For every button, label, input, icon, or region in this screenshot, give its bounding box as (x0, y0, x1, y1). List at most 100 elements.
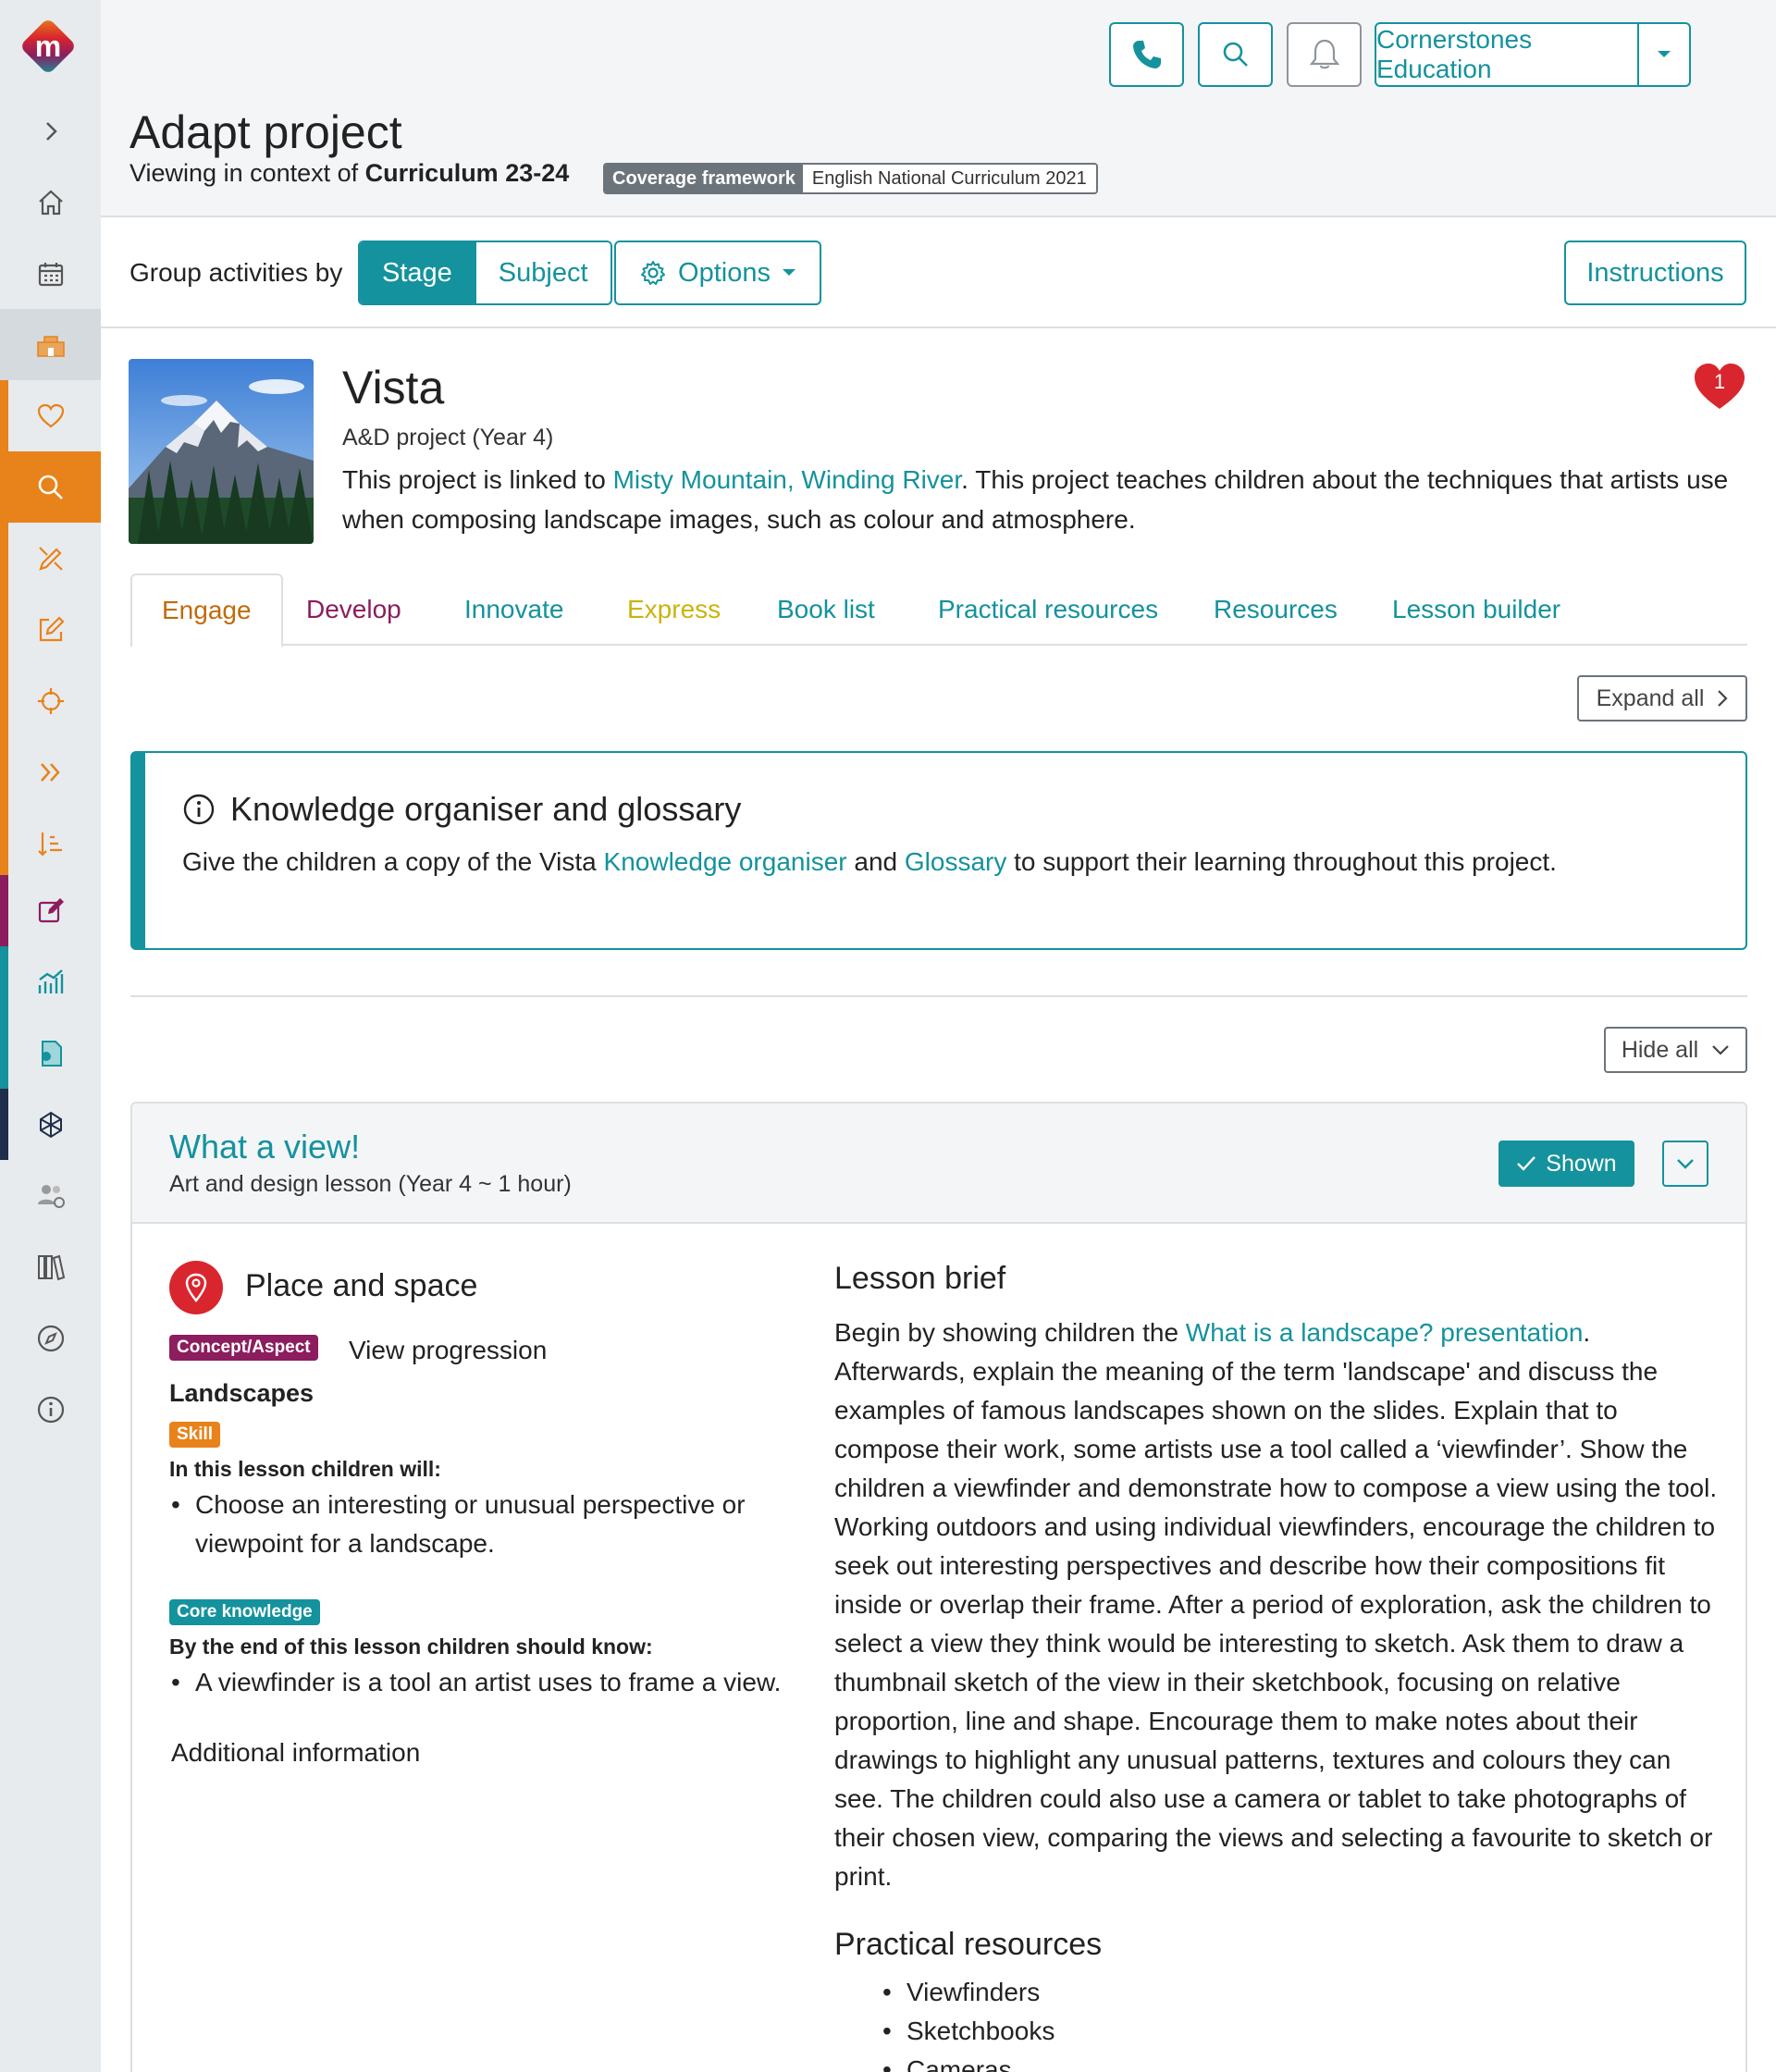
sidebar-item-users[interactable] (0, 1160, 101, 1231)
tab-engage[interactable]: Engage (130, 574, 283, 648)
grouping-toolbar: Group activities by Stage Subject Option… (101, 219, 1776, 328)
lesson-collapse-button[interactable] (1662, 1141, 1708, 1187)
sidebar-item-search[interactable] (0, 451, 101, 523)
sidebar-item-explore[interactable] (0, 1302, 101, 1374)
core-knowledge-heading: By the end of this lesson children shoul… (169, 1634, 653, 1659)
organisation-dropdown-toggle[interactable] (1639, 24, 1689, 85)
group-by-subject-button[interactable]: Subject (474, 242, 610, 303)
favourite-button[interactable]: 1 (1692, 361, 1747, 413)
additional-information-link[interactable]: Additional information (171, 1738, 420, 1768)
check-icon (1517, 1156, 1536, 1171)
expand-all-label: Expand all (1596, 684, 1705, 711)
tab-innovate[interactable]: Innovate (464, 574, 563, 646)
objective-line-1: Choose an interesting or unusual perspec… (195, 1490, 746, 1519)
group-by-stage-button[interactable]: Stage (360, 242, 475, 303)
sidebar-item-certificates[interactable] (0, 1018, 101, 1089)
sidebar-item-network[interactable] (0, 1089, 101, 1160)
lesson-title[interactable]: What a view! (169, 1128, 360, 1166)
sidebar-item-assessment[interactable] (0, 875, 101, 946)
description-prefix: This project is linked to (342, 465, 606, 494)
tab-express[interactable]: Express (627, 574, 721, 646)
landscape-presentation-link[interactable]: What is a landscape? presentation (1186, 1318, 1584, 1347)
double-chevron-icon (40, 762, 60, 782)
tab-develop[interactable]: Develop (306, 574, 401, 646)
linked-project-link[interactable]: Misty Mountain, Winding River (613, 465, 962, 494)
knowledge-organiser-link[interactable]: Knowledge organiser (604, 847, 847, 876)
header-search-button[interactable] (1198, 22, 1273, 87)
edit-icon (39, 615, 65, 641)
list-item: Viewfinders (881, 1973, 1054, 2012)
sidebar-item-target[interactable] (0, 665, 101, 736)
section-divider (130, 995, 1747, 997)
info-icon (37, 1396, 64, 1423)
context-prefix: Viewing in context of (130, 159, 359, 187)
bell-icon (1309, 39, 1339, 69)
lesson-objectives-list: Choose an interesting or unusual perspec… (169, 1486, 746, 1563)
shown-label: Shown (1546, 1150, 1617, 1177)
practical-resources-heading: Practical resources (834, 1927, 1103, 1962)
expand-sidebar-button[interactable] (0, 95, 101, 166)
context-curriculum: Curriculum 23-24 (364, 159, 570, 187)
caret-down-icon (782, 269, 796, 276)
users-settings-icon (37, 1184, 65, 1208)
sidebar-item-projects[interactable] (0, 309, 101, 380)
list-item: A viewfinder is a tool an artist uses to… (169, 1663, 781, 1702)
knowledge-organiser-panel: Knowledge organiser and glossary Give th… (130, 751, 1747, 950)
svg-text:m: m (35, 30, 61, 63)
sidebar-item-reports[interactable] (0, 946, 101, 1018)
books-icon (37, 1254, 65, 1280)
skill-badge: Skill (169, 1422, 221, 1448)
view-progression-link[interactable]: View progression (349, 1336, 547, 1365)
brief-body: . Afterwards, explain the meaning of the… (834, 1318, 1718, 1891)
instructions-button[interactable]: Instructions (1564, 240, 1746, 305)
knowledge-organiser-title: Knowledge organiser and glossary (230, 790, 742, 828)
project-description: This project is linked to Misty Mountain… (342, 460, 1748, 539)
lesson-brief-text: Begin by showing children the What is a … (834, 1314, 1722, 1896)
place-space-badge (169, 1261, 223, 1314)
sidebar-item-favourites[interactable] (0, 380, 101, 451)
pencil-ruler-icon (38, 546, 63, 571)
tab-practical-resources[interactable]: Practical resources (938, 574, 1158, 646)
tab-book-list[interactable]: Book list (777, 574, 875, 646)
organisation-name[interactable]: Cornerstones Education (1376, 24, 1639, 85)
lesson-objectives-heading: In this lesson children will: (169, 1457, 441, 1481)
chevron-right-icon (1718, 690, 1728, 707)
objective-line-2: viewpoint for a landscape. (195, 1529, 495, 1558)
sidebar-item-sort[interactable] (0, 808, 101, 879)
calendar-icon (38, 262, 63, 286)
notifications-button[interactable] (1287, 22, 1362, 87)
tab-lesson-builder[interactable]: Lesson builder (1392, 574, 1560, 646)
sidebar-item-home[interactable] (0, 166, 101, 238)
expand-all-button[interactable]: Expand all (1577, 675, 1747, 722)
gear-icon (641, 261, 666, 285)
info-icon (183, 794, 215, 825)
hide-all-label: Hide all (1621, 1036, 1699, 1063)
sidebar-item-info[interactable] (0, 1374, 101, 1445)
sidebar-item-calendar[interactable] (0, 238, 101, 309)
chart-icon (38, 968, 63, 993)
project-title: Vista (342, 362, 445, 413)
organisation-selector[interactable]: Cornerstones Education (1375, 22, 1691, 87)
practical-resources-list: Viewfinders Sketchbooks Cameras (881, 1973, 1054, 2072)
search-icon (38, 475, 63, 500)
glossary-link[interactable]: Glossary (905, 847, 1006, 876)
lesson-theme-title: Place and space (245, 1268, 478, 1303)
shown-toggle-button[interactable]: Shown (1498, 1141, 1634, 1187)
concept-aspect-badge: Concept/Aspect (169, 1335, 318, 1361)
sidebar-item-edit[interactable] (0, 594, 101, 665)
tab-resources[interactable]: Resources (1214, 574, 1338, 646)
hide-all-button[interactable]: Hide all (1604, 1027, 1747, 1073)
options-button[interactable]: Options (614, 240, 821, 305)
sidebar-item-progress[interactable] (0, 736, 101, 808)
knowledge-organiser-heading: Knowledge organiser and glossary (182, 790, 741, 829)
edit-square-icon (38, 897, 64, 922)
coverage-framework-badge: Coverage framework English National Curr… (603, 163, 1098, 194)
page-header: Cornerstones Education Adapt project Vie… (101, 0, 1776, 217)
sidebar-item-library[interactable] (0, 1231, 101, 1302)
phone-button[interactable] (1109, 22, 1184, 87)
sidebar-item-planning[interactable] (0, 523, 101, 594)
app-logo[interactable]: m (16, 14, 80, 79)
compass-icon (37, 1325, 64, 1351)
info-text-suffix: to support their learning throughout thi… (1014, 847, 1557, 876)
home-icon (38, 190, 63, 215)
